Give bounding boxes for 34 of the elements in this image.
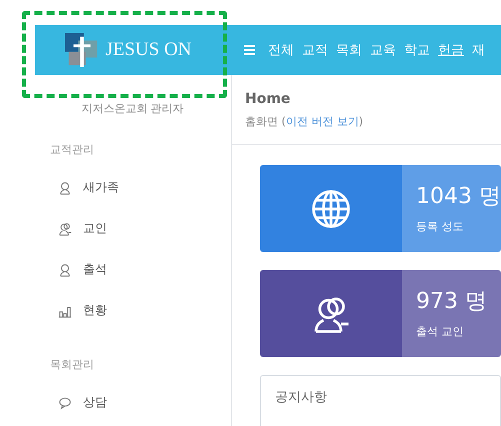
stat-label: 출석 교인 <box>416 324 464 339</box>
nav-menu-item[interactable]: 교적 <box>302 41 328 59</box>
section-heading: 목회관리 <box>49 357 95 372</box>
nav-menu-item[interactable]: 전체 <box>268 41 294 59</box>
person-icon <box>58 180 72 194</box>
page-title: Home <box>245 91 292 107</box>
parenthesis: ( <box>282 115 286 128</box>
globe-icon <box>311 188 351 228</box>
logo-area[interactable]: JESUS ON <box>35 25 222 75</box>
person-icon <box>58 262 72 276</box>
previous-version-link[interactable]: 이전 버전 보기 <box>286 115 359 128</box>
sidebar-item[interactable]: 교인 <box>0 208 231 249</box>
notice-title: 공지사항 <box>275 389 328 406</box>
parenthesis: ) <box>358 115 364 128</box>
sidebar-item[interactable]: 새가족 <box>0 167 231 208</box>
nav-menu-item[interactable]: 헌금 <box>438 41 464 59</box>
menu-icon[interactable] <box>244 45 255 55</box>
sidebar-item[interactable]: 현황 <box>0 290 231 331</box>
section-heading: 교적관리 <box>49 142 95 157</box>
sidebar-item[interactable]: 상담 <box>0 382 231 423</box>
breadcrumb: 홈화면 <box>245 115 278 128</box>
cross-logo-icon <box>65 33 100 67</box>
people-icon <box>58 222 72 236</box>
nav-menu-item[interactable]: 목회 <box>336 41 362 59</box>
sidebar-item[interactable]: 출석 <box>0 249 231 290</box>
stat-value: 1043 명 <box>416 183 501 211</box>
stat-label: 등록 성도 <box>416 219 464 234</box>
chat-bubble-icon <box>58 396 72 410</box>
stat-value: 973 명 <box>416 288 488 316</box>
nav-menu-item[interactable]: 학교 <box>404 41 430 59</box>
logo-text: JESUS ON <box>105 39 192 61</box>
nav-menu-item[interactable]: 교육 <box>370 41 396 59</box>
nav-menu-item[interactable]: 재 <box>472 41 485 59</box>
admin-label: 지저스온교회 관리자 <box>80 101 185 116</box>
